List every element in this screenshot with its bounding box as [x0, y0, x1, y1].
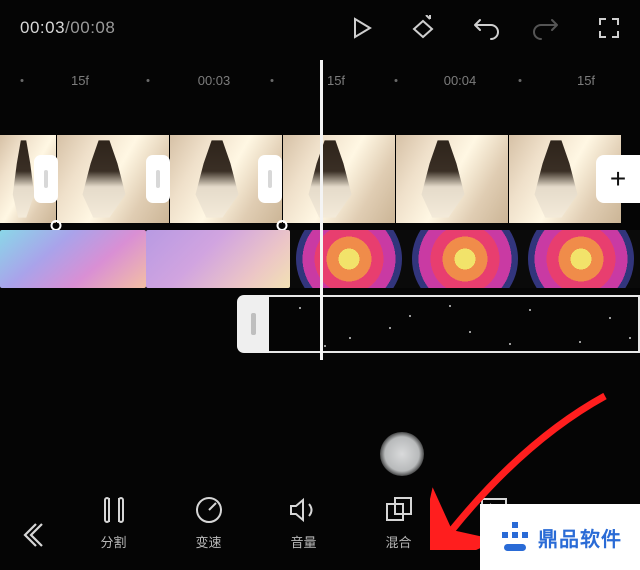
ruler-tick	[519, 79, 522, 82]
tool-label: 分割	[100, 532, 126, 551]
tool-speed[interactable]: 变速	[161, 494, 256, 570]
add-clip-button[interactable]: +	[596, 155, 640, 203]
playhead[interactable]	[320, 60, 323, 360]
split-icon	[96, 494, 132, 526]
fullscreen-button[interactable]	[578, 0, 640, 55]
audio-track[interactable]	[237, 295, 640, 353]
watermark-logo-icon	[498, 520, 532, 554]
tool-label: 变速	[195, 532, 221, 551]
video-clip[interactable]	[395, 135, 508, 223]
ruler-label: 15f	[71, 73, 89, 88]
top-icon-group	[330, 0, 640, 55]
top-bar: 00:03/00:08	[0, 0, 640, 55]
ruler-tick	[147, 79, 150, 82]
ruler-tick	[21, 79, 24, 82]
play-button[interactable]	[330, 0, 392, 55]
keyframe-button[interactable]	[392, 0, 454, 55]
blend-icon	[381, 494, 417, 526]
touch-indicator	[380, 432, 424, 476]
back-button[interactable]	[0, 494, 66, 570]
effect-clip[interactable]	[290, 230, 408, 288]
playback-time: 00:03/00:08	[20, 18, 115, 38]
watermark-text: 鼎品软件	[538, 523, 622, 552]
watermark: 鼎品软件	[480, 504, 640, 570]
transition-button[interactable]	[146, 155, 170, 203]
audio-clip-handle[interactable]	[237, 295, 269, 353]
redo-button[interactable]	[516, 0, 578, 55]
effect-clip[interactable]	[146, 230, 290, 288]
effect-clip[interactable]	[0, 230, 146, 288]
undo-button[interactable]	[454, 0, 516, 55]
transition-button[interactable]	[258, 155, 282, 203]
tool-volume[interactable]: 音量	[256, 494, 351, 570]
effect-clip[interactable]	[408, 230, 522, 288]
audio-clip[interactable]	[269, 295, 640, 353]
tool-blend[interactable]: 混合	[351, 494, 446, 570]
time-current: 00:03	[20, 18, 65, 37]
ruler-tick	[395, 79, 398, 82]
ruler-label: 00:03	[198, 73, 231, 88]
tool-label: 音量	[290, 532, 316, 551]
speed-icon	[191, 494, 227, 526]
transition-button[interactable]	[34, 155, 58, 203]
ruler-label: 15f	[577, 73, 595, 88]
tool-label: 混合	[385, 532, 411, 551]
effect-clip[interactable]	[522, 230, 640, 288]
tool-split[interactable]: 分割	[66, 494, 161, 570]
ruler-label: 15f	[327, 73, 345, 88]
volume-icon	[286, 494, 322, 526]
ruler-tick	[271, 79, 274, 82]
video-clip[interactable]	[282, 135, 395, 223]
ruler-label: 00:04	[444, 73, 477, 88]
time-total: 00:08	[70, 18, 115, 37]
